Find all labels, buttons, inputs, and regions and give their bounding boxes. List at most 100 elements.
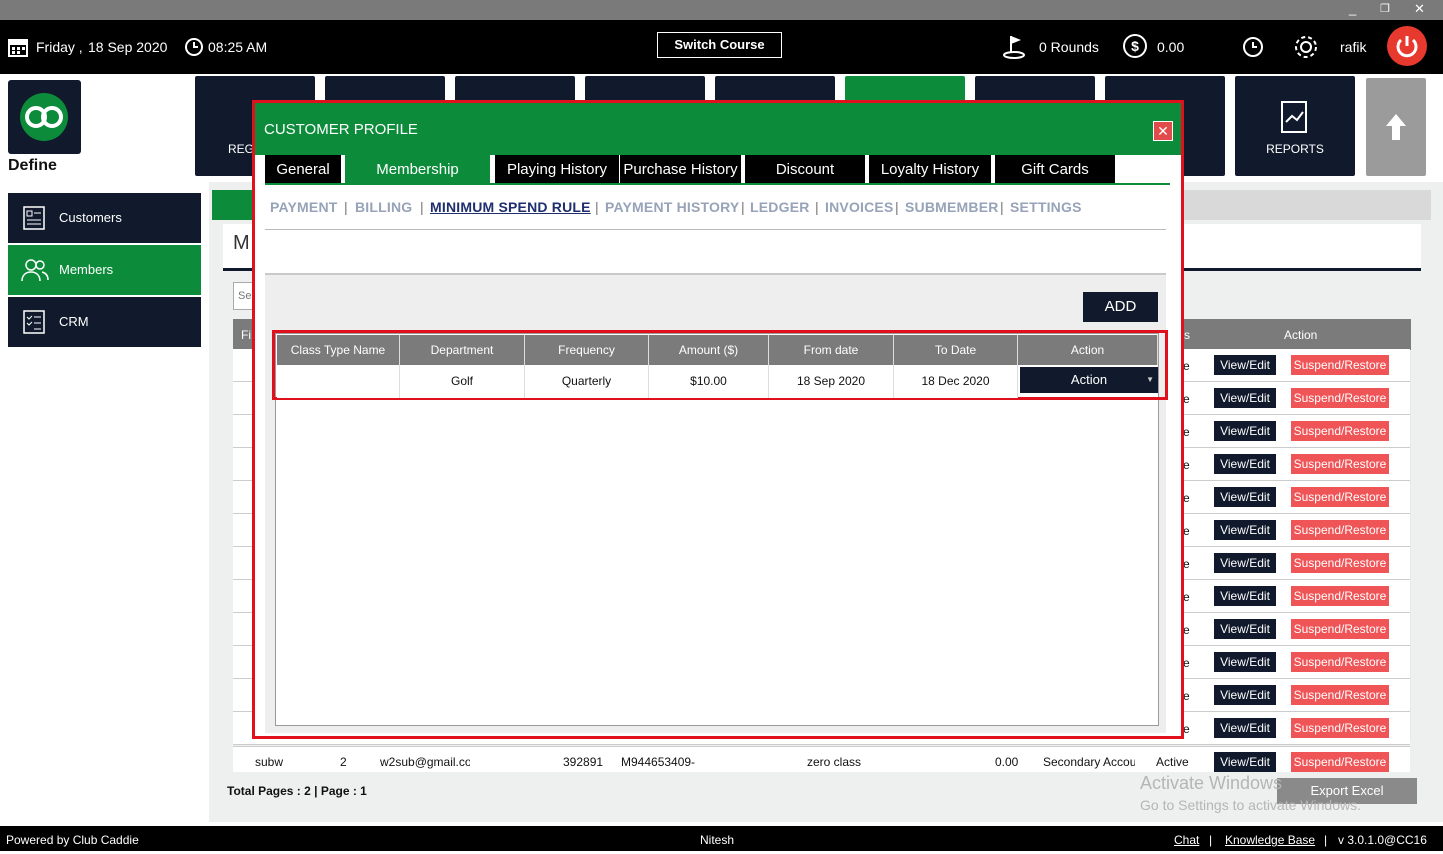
sidebar-item-customers[interactable]: Customers xyxy=(8,193,201,243)
powered-by-label: Powered by Club Caddie xyxy=(6,833,139,847)
users-icon xyxy=(21,259,49,282)
subtab-payment[interactable]: PAYMENT xyxy=(270,199,338,215)
tab-discount[interactable]: Discount xyxy=(745,155,865,185)
cell-frequency: Quarterly xyxy=(525,365,649,398)
view-edit-button[interactable]: View/Edit xyxy=(1214,586,1276,606)
cell-status: e xyxy=(1183,491,1190,505)
action-dropdown[interactable]: Action ▼ xyxy=(1020,367,1158,393)
chat-link[interactable]: Chat xyxy=(1174,826,1199,854)
gear-icon[interactable] xyxy=(1293,34,1319,60)
view-edit-button[interactable]: View/Edit xyxy=(1214,454,1276,474)
view-edit-button[interactable]: View/Edit xyxy=(1214,388,1276,408)
scroll-top-button[interactable] xyxy=(1366,78,1426,176)
sidebar-item-crm[interactable]: CRM xyxy=(8,297,201,347)
nav-tile-reports[interactable]: REPORTS xyxy=(1235,76,1355,176)
view-edit-button[interactable]: View/Edit xyxy=(1214,355,1276,375)
cell-number: 2 xyxy=(340,755,347,769)
subtab-payment-history[interactable]: PAYMENT HISTORY xyxy=(605,199,739,215)
suspend-restore-button[interactable]: Suspend/Restore xyxy=(1291,520,1389,540)
cell-type: Secondary Accou xyxy=(1043,755,1135,769)
tab-membership[interactable]: Membership xyxy=(345,155,490,185)
top-bar: Friday , 18 Sep 2020 08:25 AM Switch Cou… xyxy=(0,20,1443,74)
cell-member-id: M944653409- xyxy=(621,755,696,769)
cell-status: e xyxy=(1183,590,1190,604)
view-edit-button[interactable]: View/Edit xyxy=(1214,553,1276,573)
col-header-amount: Amount ($) xyxy=(649,335,769,365)
date-label: 18 Sep 2020 xyxy=(88,39,168,55)
suspend-restore-button[interactable]: Suspend/Restore xyxy=(1291,355,1389,375)
subtab-invoices[interactable]: INVOICES xyxy=(825,199,894,215)
suspend-restore-button[interactable]: Suspend/Restore xyxy=(1291,388,1389,408)
subtab-separator: | xyxy=(895,199,899,215)
suspend-restore-button[interactable]: Suspend/Restore xyxy=(1291,421,1389,441)
suspend-restore-button[interactable]: Suspend/Restore xyxy=(1291,652,1389,672)
minimum-spend-table: Class Type Name Department Frequency Amo… xyxy=(272,330,1168,400)
footer-separator: | xyxy=(1324,833,1328,847)
view-edit-button[interactable]: View/Edit xyxy=(1214,487,1276,507)
tab-purchase-history[interactable]: Purchase History xyxy=(620,155,741,185)
knowledge-base-link[interactable]: Knowledge Base xyxy=(1225,826,1315,854)
suspend-restore-button[interactable]: Suspend/Restore xyxy=(1291,718,1389,738)
suspend-restore-button[interactable]: Suspend/Restore xyxy=(1291,619,1389,639)
suspend-restore-button[interactable]: Suspend/Restore xyxy=(1291,586,1389,606)
cell-from-date: 18 Sep 2020 xyxy=(769,365,894,398)
sidebar-item-label: CRM xyxy=(59,314,89,329)
maximize-button[interactable]: ❐ xyxy=(1380,0,1390,18)
table-row[interactable]: subw 2 w2sub@gmail.co 392891 M944653409-… xyxy=(233,746,1410,772)
subtab-minimum-spend-rule[interactable]: MINIMUM SPEND RULE xyxy=(430,199,591,215)
subtab-submember[interactable]: SUBMEMBER xyxy=(905,199,999,215)
sidebar-item-label: Customers xyxy=(59,210,122,225)
view-edit-button[interactable]: View/Edit xyxy=(1214,718,1276,738)
rounds-label: 0 Rounds xyxy=(1039,39,1099,55)
view-edit-button[interactable]: View/Edit xyxy=(1214,619,1276,639)
sidebar-item-members[interactable]: Members xyxy=(8,245,201,295)
cell-name: subw xyxy=(255,755,284,769)
tab-gift-cards[interactable]: Gift Cards xyxy=(995,155,1115,185)
power-button[interactable] xyxy=(1387,26,1427,66)
tab-general[interactable]: General xyxy=(265,155,341,185)
dollar-icon: $ xyxy=(1123,34,1147,58)
view-edit-button[interactable]: View/Edit xyxy=(1214,652,1276,672)
col-header-action: Action xyxy=(1018,335,1158,365)
view-edit-button[interactable]: View/Edit xyxy=(1214,520,1276,540)
cell-status: e xyxy=(1183,557,1190,571)
cell-email: w2sub@gmail.co xyxy=(380,755,470,769)
subtab-ledger[interactable]: LEDGER xyxy=(750,199,810,215)
close-icon[interactable]: ✕ xyxy=(1153,121,1173,141)
minimize-button[interactable]: _ xyxy=(1349,0,1356,18)
suspend-restore-button[interactable]: Suspend/Restore xyxy=(1291,553,1389,573)
clock-icon xyxy=(185,38,203,56)
cell-status: e xyxy=(1183,425,1190,439)
username-label: rafik xyxy=(1340,39,1367,55)
activation-watermark: Activate Windows xyxy=(1140,773,1283,793)
window-close-button[interactable]: ✕ xyxy=(1414,0,1425,18)
suspend-restore-button[interactable]: Suspend/Restore xyxy=(1291,454,1389,474)
tab-playing-history[interactable]: Playing History xyxy=(495,155,619,185)
switch-course-button[interactable]: Switch Course xyxy=(657,32,782,58)
suspend-restore-button[interactable]: Suspend/Restore xyxy=(1291,685,1389,705)
add-button[interactable]: ADD xyxy=(1083,292,1158,322)
cell-status: e xyxy=(1183,392,1190,406)
activation-watermark-sub: Go to Settings to activate Windows. xyxy=(1140,797,1361,813)
cell-status: e xyxy=(1183,656,1190,670)
nav-tile-label: REPORTS xyxy=(1266,142,1324,156)
col-header-from-date: From date xyxy=(769,335,894,365)
cell-status: e xyxy=(1183,359,1190,373)
suspend-restore-button[interactable]: Suspend/Restore xyxy=(1291,487,1389,507)
suspend-restore-button[interactable]: Suspend/Restore xyxy=(1291,752,1389,772)
subtab-billing[interactable]: BILLING xyxy=(355,199,412,215)
tab-loyalty-history[interactable]: Loyalty History xyxy=(869,155,991,185)
search-placeholder: Se xyxy=(238,290,252,302)
view-edit-button[interactable]: View/Edit xyxy=(1214,421,1276,441)
col-header-action: Action xyxy=(1284,328,1318,342)
club-caddie-logo[interactable] xyxy=(8,80,81,154)
cell-department: Golf xyxy=(400,365,525,398)
page-title: M xyxy=(233,232,250,254)
subtab-separator: | xyxy=(420,199,424,215)
view-edit-button[interactable]: View/Edit xyxy=(1214,685,1276,705)
history-clock-icon[interactable] xyxy=(1242,36,1264,58)
window-titlebar: _ ❐ ✕ xyxy=(0,0,1443,20)
view-edit-button[interactable]: View/Edit xyxy=(1214,752,1276,772)
subtab-settings[interactable]: SETTINGS xyxy=(1010,199,1082,215)
cell-status: e xyxy=(1183,524,1190,538)
